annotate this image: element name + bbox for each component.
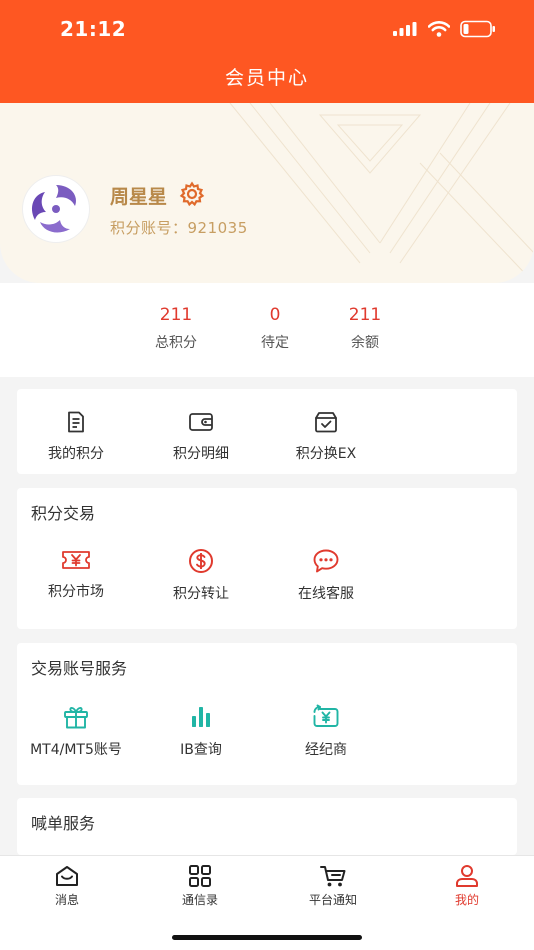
stat-label: 总积分 bbox=[155, 335, 197, 351]
section-title: 喊单服务 bbox=[31, 814, 96, 833]
menu-my-points[interactable]: 我的积分 bbox=[11, 410, 141, 463]
menu-points-market[interactable]: 积分市场 bbox=[11, 548, 141, 601]
bar-chart-icon bbox=[192, 707, 210, 727]
tab-label: 消息 bbox=[54, 893, 79, 907]
status-icons bbox=[392, 20, 496, 38]
menu-points-detail[interactable]: 积分明细 bbox=[136, 410, 266, 463]
yen-card-icon bbox=[313, 704, 339, 727]
user-name: 周星星 bbox=[110, 186, 168, 208]
menu-label: 积分换EX bbox=[295, 446, 357, 462]
menu-broker[interactable]: 经纪商 bbox=[261, 704, 391, 759]
points-summary: 211 总积分 0 待定 211 余额 bbox=[0, 283, 534, 377]
status-bar: 21:12 bbox=[0, 0, 534, 58]
tab-contacts[interactable]: 通信录 bbox=[133, 864, 267, 908]
profile-header: 周星星 积分账号：921035 bbox=[0, 103, 534, 283]
ticket-yen-icon bbox=[62, 551, 90, 569]
section-title: 交易账号服务 bbox=[31, 659, 128, 678]
menu-label: 积分明细 bbox=[173, 446, 229, 462]
menu-label: 我的积分 bbox=[48, 446, 104, 462]
inbox-icon bbox=[56, 866, 78, 886]
menu-online-support[interactable]: 在线客服 bbox=[261, 548, 391, 603]
home-indicator bbox=[172, 935, 362, 940]
menu-points-exchange[interactable]: 积分换EX bbox=[261, 410, 391, 463]
menu-label: 积分市场 bbox=[48, 584, 104, 600]
chat-icon bbox=[313, 549, 339, 573]
stat-balance[interactable]: 211 余额 bbox=[320, 305, 410, 352]
signal-services-card: 喊单服务 bbox=[17, 798, 517, 855]
dollar-coin-icon bbox=[189, 549, 213, 573]
stat-value: 211 bbox=[159, 305, 193, 325]
gift-icon bbox=[64, 707, 88, 729]
stat-value: 0 bbox=[269, 305, 281, 325]
tab-messages[interactable]: 消息 bbox=[0, 864, 134, 908]
quick-menu-card: 我的积分 积分明细 积分换EX bbox=[17, 389, 517, 474]
wallet-icon bbox=[189, 413, 213, 431]
gear-icon[interactable] bbox=[179, 181, 205, 207]
document-icon bbox=[68, 411, 84, 433]
stat-total-points[interactable]: 211 总积分 bbox=[131, 305, 221, 352]
menu-mt4-mt5-account[interactable]: MT4/MT5账号 bbox=[11, 704, 141, 759]
tab-label: 平台通知 bbox=[308, 893, 357, 907]
stat-label: 待定 bbox=[261, 335, 289, 351]
menu-label: IB查询 bbox=[180, 742, 222, 758]
menu-ib-query[interactable]: IB查询 bbox=[136, 704, 266, 759]
account-services-card: 交易账号服务 MT4/MT5账号 IB查询 经纪商 bbox=[17, 643, 517, 785]
menu-label: 在线客服 bbox=[298, 586, 354, 602]
logo-swirl-icon bbox=[26, 179, 86, 239]
section-title: 积分交易 bbox=[31, 504, 96, 523]
menu-label: 经纪商 bbox=[305, 742, 347, 758]
stat-pending[interactable]: 0 待定 bbox=[230, 305, 320, 352]
background-pattern bbox=[229, 103, 534, 283]
tab-label: 通信录 bbox=[181, 893, 218, 907]
signal-icon bbox=[393, 22, 417, 36]
tab-label: 我的 bbox=[454, 893, 479, 907]
person-icon bbox=[456, 865, 478, 887]
battery-icon bbox=[460, 20, 495, 38]
tab-platform-notices[interactable]: 平台通知 bbox=[266, 864, 400, 908]
cart-icon bbox=[320, 866, 346, 887]
page-title: 会员中心 bbox=[224, 67, 309, 89]
exchange-box-icon bbox=[315, 412, 337, 433]
menu-points-transfer[interactable]: 积分转让 bbox=[136, 548, 266, 603]
menu-label: MT4/MT5账号 bbox=[30, 742, 122, 758]
grid-icon bbox=[189, 865, 211, 887]
stat-label: 余额 bbox=[351, 335, 379, 351]
stat-value: 211 bbox=[348, 305, 382, 325]
nav-bar: 会员中心 bbox=[0, 58, 534, 104]
status-time: 21:12 bbox=[60, 17, 127, 41]
menu-label: 积分转让 bbox=[173, 586, 229, 602]
points-trade-card: 积分交易 积分市场 积分转让 在线客服 bbox=[17, 488, 517, 629]
avatar[interactable] bbox=[23, 176, 89, 242]
tab-mine[interactable]: 我的 bbox=[400, 864, 534, 908]
points-account-number: 积分账号：921035 bbox=[110, 219, 248, 237]
wifi-icon bbox=[428, 21, 450, 37]
